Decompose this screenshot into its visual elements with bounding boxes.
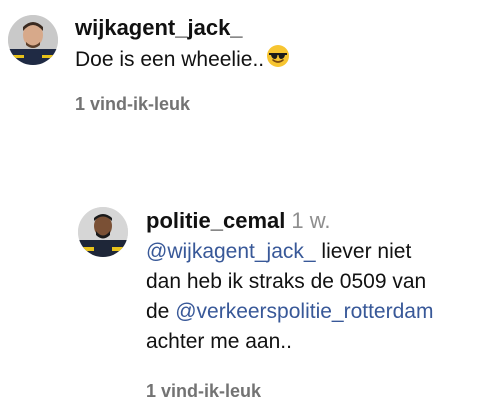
reply-timestamp: 1 w. [291,208,331,233]
avatar-wijkagent-jack[interactable] [8,15,58,65]
reply-text-line-2: dan heb ik straks de 0509 van [146,270,427,293]
reply-text-segment: de [146,300,176,323]
comment-text: Doe is een wheelie.. [75,44,290,77]
reply-text-segment: liever niet [315,240,412,263]
reply-like-count[interactable]: 1 vind-ik-leuk [146,380,261,402]
reply-username[interactable]: politie_cemal [146,208,285,233]
comment-text-body: Doe is een wheelie.. [75,48,265,71]
mention-link[interactable]: @verkeerspolitie_rotterdam [175,300,433,323]
reply-text: @wijkagent_jack_ liever niet dan heb ik … [146,237,496,357]
smiling-face-with-sunglasses-icon [266,44,290,77]
profile-photo-icon [78,207,128,257]
avatar-politie-cemal[interactable] [78,207,128,257]
profile-photo-icon [8,15,58,65]
mention-link[interactable]: @wijkagent_jack_ [146,240,316,263]
reply-username-line: politie_cemal 1 w. [146,208,331,234]
reply-text-line-1: @wijkagent_jack_ liever niet [146,237,496,267]
reply-text-line-3: de @verkeerspolitie_rotterdam [146,297,496,327]
like-count[interactable]: 1 vind-ik-leuk [75,93,190,115]
reply-text-line-4: achter me aan.. [146,330,292,353]
comment-username[interactable]: wijkagent_jack_ [75,15,243,41]
